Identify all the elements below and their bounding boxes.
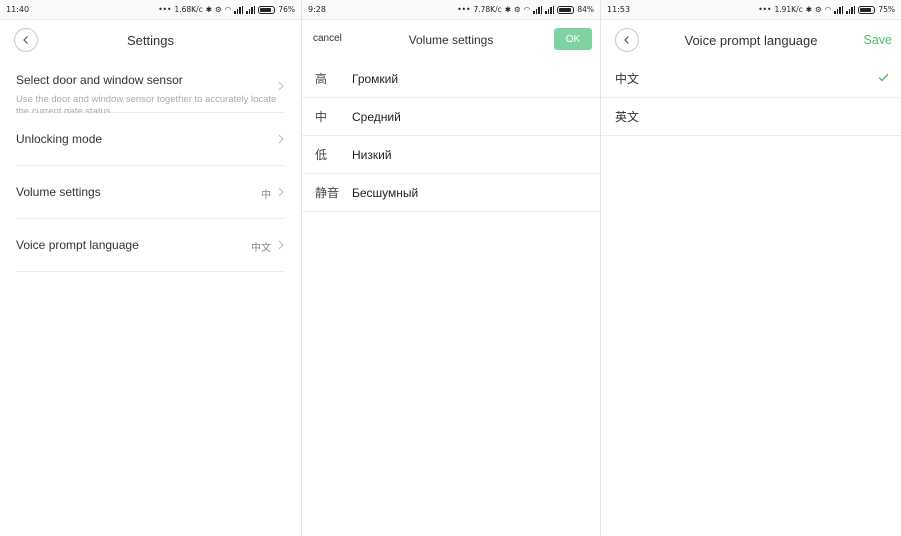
network-speed: 7.78K/c: [473, 5, 502, 14]
settings-item-description: Use the door and window sensor together …: [16, 94, 277, 113]
signal-icon: [234, 5, 244, 14]
back-button[interactable]: [14, 28, 38, 52]
back-button[interactable]: [615, 28, 639, 52]
chevron-right-icon: [278, 240, 284, 250]
signal-icon: [834, 5, 844, 14]
save-button[interactable]: Save: [864, 33, 893, 47]
status-time: 11:40: [6, 5, 30, 14]
battery-percent: 76%: [278, 5, 295, 14]
chevron-left-icon: [23, 36, 28, 44]
settings-item-value: 中文: [251, 243, 271, 254]
volume-option-code: 静音: [315, 186, 340, 200]
alarm-icon: ⚙: [514, 5, 521, 14]
volume-option-code: 中: [315, 110, 328, 124]
status-indicators: ••• 1.68K/c ✱ ⚙ ◠ 76%: [158, 5, 295, 14]
bluetooth-icon: ✱: [205, 5, 213, 14]
settings-item-label: Volume settings: [16, 185, 101, 199]
settings-item-label: Unlocking mode: [16, 132, 103, 146]
page-title: Volume settings: [408, 33, 494, 47]
chevron-left-icon: [624, 36, 629, 44]
status-dots: •••: [158, 5, 172, 14]
signal-icon-2: [545, 5, 555, 14]
battery-icon: [557, 5, 575, 14]
volume-option-code: 高: [315, 72, 328, 86]
cancel-button[interactable]: cancel: [310, 31, 345, 46]
page-title: Settings: [127, 32, 174, 48]
volume-option-loud[interactable]: 高 Громкий: [302, 60, 600, 98]
volume-option-label: Низкий: [352, 147, 392, 162]
wifi-icon: ◠: [523, 5, 531, 14]
status-indicators: ••• 1.91K/c ✱ ⚙ ◠ 75%: [758, 5, 895, 14]
bluetooth-icon: ✱: [504, 5, 512, 14]
volume-option-medium[interactable]: 中 Средний: [302, 98, 600, 136]
status-indicators: ••• 7.78K/c ✱ ⚙ ◠ 84%: [457, 5, 594, 14]
volume-settings-screen: 9:28 ••• 7.78K/c ✱ ⚙ ◠ 84% cancel Volume…: [302, 0, 601, 536]
battery-percent: 75%: [878, 5, 895, 14]
signal-icon-2: [246, 5, 256, 14]
status-time: 9:28: [308, 5, 326, 14]
header: cancel Volume settings OK: [302, 20, 600, 60]
volume-option-label: Средний: [352, 109, 401, 124]
chevron-right-icon: [278, 187, 284, 197]
status-dots: •••: [758, 5, 772, 14]
volume-option-silent[interactable]: 静音 Бесшумный: [302, 174, 600, 212]
network-speed: 1.91K/c: [774, 5, 803, 14]
settings-item-door-sensor[interactable]: Select door and window sensor Use the do…: [16, 60, 285, 113]
settings-item-volume[interactable]: Volume settings 中: [16, 166, 285, 219]
settings-item-voice-language[interactable]: Voice prompt language 中文: [16, 219, 285, 272]
volume-option-code: 低: [315, 148, 328, 162]
checkmark-icon: [878, 73, 889, 82]
signal-icon-2: [846, 5, 856, 14]
signal-icon: [533, 5, 543, 14]
language-option-label: 中文: [615, 72, 640, 86]
header: Voice prompt language Save: [601, 20, 901, 60]
volume-option-low[interactable]: 低 Низкий: [302, 136, 600, 174]
language-option-english[interactable]: 英文: [601, 98, 901, 136]
status-bar: 11:53 ••• 1.91K/c ✱ ⚙ ◠ 75%: [601, 0, 901, 20]
settings-item-label: Voice prompt language: [16, 238, 139, 252]
ok-button[interactable]: OK: [554, 28, 592, 50]
status-time: 11:53: [607, 5, 631, 14]
chevron-right-icon: [278, 134, 284, 144]
wifi-icon: ◠: [824, 5, 832, 14]
battery-icon: [258, 5, 276, 14]
language-option-label: 英文: [615, 110, 640, 124]
settings-item-value: 中: [261, 190, 271, 201]
settings-item-unlocking-mode[interactable]: Unlocking mode: [16, 113, 285, 166]
alarm-icon: ⚙: [815, 5, 822, 14]
status-dots: •••: [457, 5, 471, 14]
settings-screen: 11:40 ••• 1.68K/c ✱ ⚙ ◠ 76% Settings Sel…: [0, 0, 302, 536]
volume-option-label: Бесшумный: [352, 185, 419, 200]
bluetooth-icon: ✱: [805, 5, 813, 14]
settings-item-label: Select door and window sensor: [16, 73, 183, 87]
voice-language-screen: 11:53 ••• 1.91K/c ✱ ⚙ ◠ 75% Voice prompt…: [601, 0, 901, 536]
battery-percent: 84%: [577, 5, 594, 14]
status-bar: 11:40 ••• 1.68K/c ✱ ⚙ ◠ 76%: [0, 0, 301, 20]
battery-icon: [858, 5, 876, 14]
header: Settings: [0, 20, 301, 60]
volume-option-label: Громкий: [352, 71, 399, 86]
status-bar: 9:28 ••• 7.78K/c ✱ ⚙ ◠ 84%: [302, 0, 600, 20]
language-option-chinese[interactable]: 中文: [601, 60, 901, 98]
chevron-right-icon: [278, 81, 284, 91]
alarm-icon: ⚙: [215, 5, 222, 14]
network-speed: 1.68K/c: [174, 5, 203, 14]
page-title: Voice prompt language: [684, 32, 818, 48]
wifi-icon: ◠: [224, 5, 232, 14]
